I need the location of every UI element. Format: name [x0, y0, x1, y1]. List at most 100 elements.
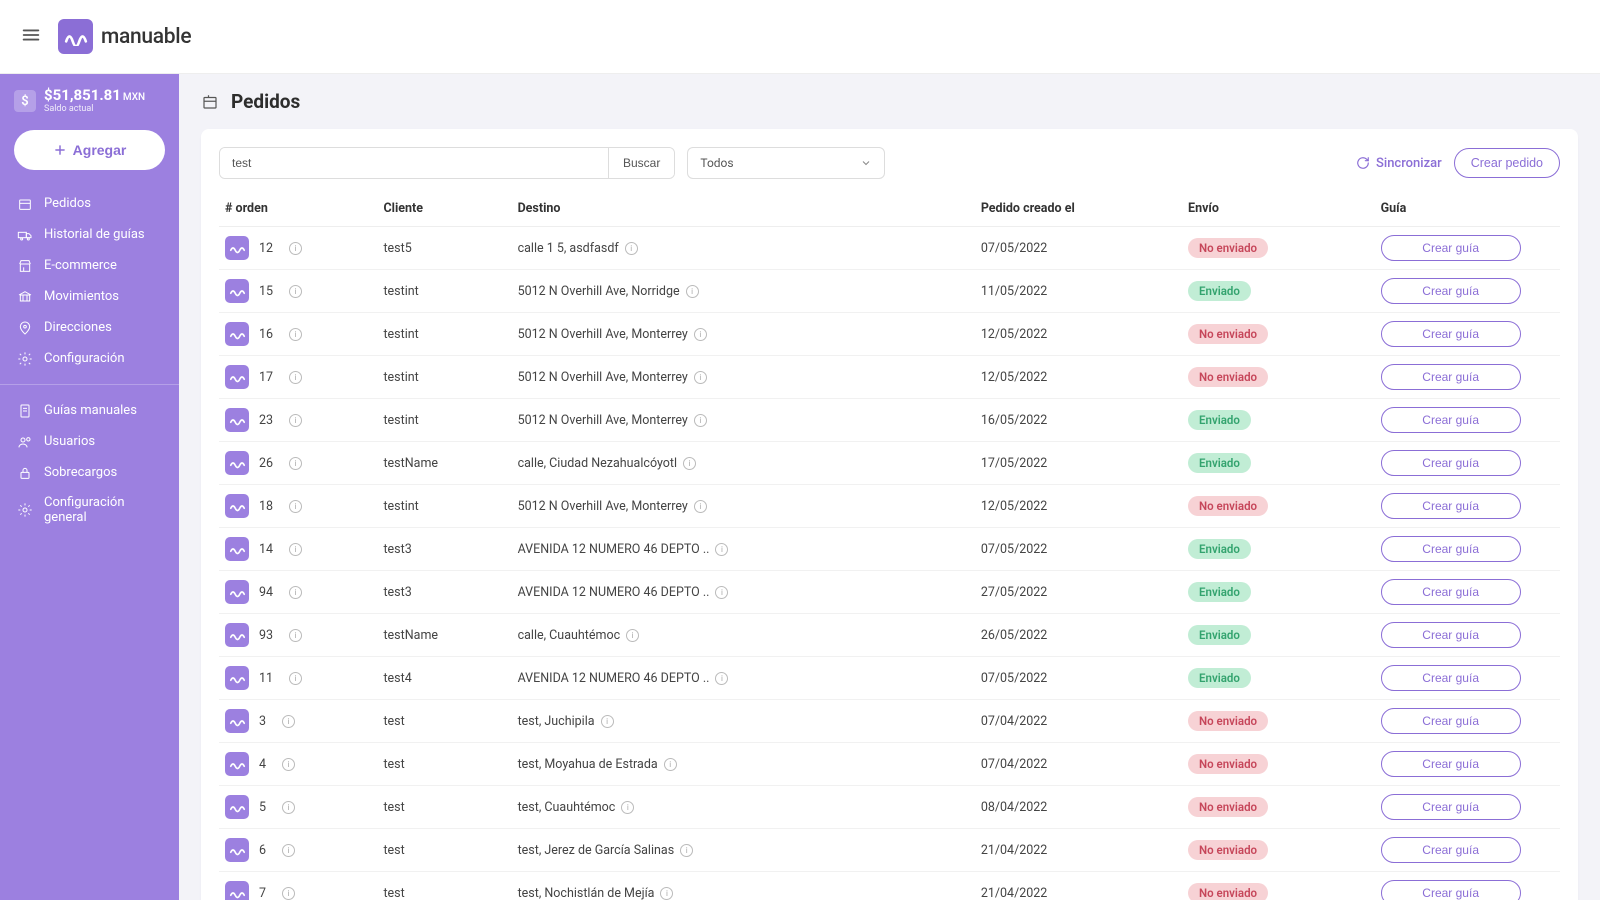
info-icon[interactable]: i	[715, 672, 728, 685]
cell-orden: 26	[259, 456, 273, 471]
create-guide-button[interactable]: Crear guía	[1381, 880, 1521, 900]
info-icon[interactable]: i	[621, 801, 634, 814]
info-icon[interactable]: i	[694, 371, 707, 384]
row-brand-icon	[225, 451, 249, 475]
menu-toggle[interactable]	[20, 24, 42, 50]
row-brand-icon	[225, 752, 249, 776]
brand-logo[interactable]: manuable	[58, 19, 191, 54]
info-icon[interactable]: i	[694, 414, 707, 427]
cell-cliente: testint	[377, 485, 511, 528]
filter-dropdown[interactable]: Todos	[687, 147, 885, 179]
main-content: Pedidos Buscar Todos Sincronizar Crear p…	[179, 74, 1600, 900]
sidebar-item-historial-de-guías[interactable]: Historial de guías	[0, 219, 179, 250]
sidebar-item-label: Configuración	[44, 351, 125, 366]
sidebar-item-configuración[interactable]: Configuración	[0, 343, 179, 374]
info-icon[interactable]: i	[715, 586, 728, 599]
truck-icon	[16, 226, 33, 243]
info-icon[interactable]: i	[289, 242, 302, 255]
cell-destino: test, Nochistlán de Mejía	[518, 886, 655, 900]
sync-button[interactable]: Sincronizar	[1356, 156, 1442, 171]
create-guide-button[interactable]: Crear guía	[1381, 364, 1521, 390]
create-guide-button[interactable]: Crear guía	[1381, 794, 1521, 820]
search-input[interactable]	[220, 148, 608, 178]
page-title-text: Pedidos	[231, 90, 300, 113]
create-guide-button[interactable]: Crear guía	[1381, 622, 1521, 648]
create-guide-button[interactable]: Crear guía	[1381, 235, 1521, 261]
info-icon[interactable]: i	[282, 758, 295, 771]
status-badge: No enviado	[1188, 711, 1268, 731]
create-guide-button[interactable]: Crear guía	[1381, 665, 1521, 691]
info-icon[interactable]: i	[660, 887, 673, 900]
cell-destino: AVENIDA 12 NUMERO 46 DEPTO ..	[518, 585, 710, 600]
sidebar-item-usuarios[interactable]: Usuarios	[0, 426, 179, 457]
info-icon[interactable]: i	[694, 500, 707, 513]
info-icon[interactable]: i	[694, 328, 707, 341]
cell-orden: 12	[259, 241, 273, 256]
info-icon[interactable]: i	[282, 844, 295, 857]
cell-destino: test, Jerez de García Salinas	[518, 843, 675, 858]
add-balance-button[interactable]: Agregar	[14, 130, 165, 170]
cell-fecha: 16/05/2022	[975, 399, 1182, 442]
info-icon[interactable]: i	[289, 672, 302, 685]
table-row: 23itestint5012 N Overhill Ave, Monterrey…	[219, 399, 1560, 442]
create-guide-button[interactable]: Crear guía	[1381, 751, 1521, 777]
info-icon[interactable]: i	[289, 457, 302, 470]
info-icon[interactable]: i	[289, 371, 302, 384]
info-icon[interactable]: i	[289, 500, 302, 513]
cell-fecha: 07/05/2022	[975, 657, 1182, 700]
create-guide-button[interactable]: Crear guía	[1381, 708, 1521, 734]
info-icon[interactable]: i	[289, 285, 302, 298]
create-guide-button[interactable]: Crear guía	[1381, 407, 1521, 433]
cell-fecha: 12/05/2022	[975, 485, 1182, 528]
cell-fecha: 12/05/2022	[975, 356, 1182, 399]
sidebar-item-direcciones[interactable]: Direcciones	[0, 312, 179, 343]
info-icon[interactable]: i	[282, 715, 295, 728]
info-icon[interactable]: i	[626, 629, 639, 642]
sidebar-item-e-commerce[interactable]: E-commerce	[0, 250, 179, 281]
sidebar-item-movimientos[interactable]: Movimientos	[0, 281, 179, 312]
info-icon[interactable]: i	[601, 715, 614, 728]
status-badge: Enviado	[1188, 668, 1251, 688]
create-guide-button[interactable]: Crear guía	[1381, 579, 1521, 605]
cell-orden: 14	[259, 542, 273, 557]
search-button[interactable]: Buscar	[608, 148, 674, 178]
info-icon[interactable]: i	[664, 758, 677, 771]
info-icon[interactable]: i	[282, 801, 295, 814]
create-guide-button[interactable]: Crear guía	[1381, 321, 1521, 347]
sidebar-item-pedidos[interactable]: Pedidos	[0, 188, 179, 219]
create-guide-button[interactable]: Crear guía	[1381, 493, 1521, 519]
row-brand-icon	[225, 279, 249, 303]
info-icon[interactable]: i	[289, 586, 302, 599]
cell-cliente: test3	[377, 528, 511, 571]
filter-dropdown-value: Todos	[700, 156, 733, 170]
table-row: 15itestint5012 N Overhill Ave, Norridgei…	[219, 270, 1560, 313]
info-icon[interactable]: i	[683, 457, 696, 470]
create-guide-button[interactable]: Crear guía	[1381, 278, 1521, 304]
info-icon[interactable]: i	[680, 844, 693, 857]
info-icon[interactable]: i	[289, 543, 302, 556]
create-guide-button[interactable]: Crear guía	[1381, 837, 1521, 863]
info-icon[interactable]: i	[289, 328, 302, 341]
info-icon[interactable]: i	[289, 414, 302, 427]
cell-cliente: testint	[377, 270, 511, 313]
cell-fecha: 07/05/2022	[975, 227, 1182, 270]
chevron-down-icon	[860, 157, 872, 169]
doc-icon	[16, 402, 33, 419]
create-guide-button[interactable]: Crear guía	[1381, 536, 1521, 562]
info-icon[interactable]: i	[282, 887, 295, 900]
row-brand-icon	[225, 580, 249, 604]
create-order-button[interactable]: Crear pedido	[1454, 148, 1560, 178]
sidebar-item-configuración-general[interactable]: Configuración general	[0, 488, 179, 532]
info-icon[interactable]: i	[686, 285, 699, 298]
col-header-cliente: Cliente	[377, 193, 511, 227]
create-guide-button[interactable]: Crear guía	[1381, 450, 1521, 476]
table-row: 16itestint5012 N Overhill Ave, Monterrey…	[219, 313, 1560, 356]
info-icon[interactable]: i	[625, 242, 638, 255]
info-icon[interactable]: i	[715, 543, 728, 556]
row-brand-icon	[225, 709, 249, 733]
sidebar-item-guías-manuales[interactable]: Guías manuales	[0, 395, 179, 426]
sync-label: Sincronizar	[1376, 156, 1442, 171]
sidebar-item-sobrecargos[interactable]: Sobrecargos	[0, 457, 179, 488]
table-row: 11itest4AVENIDA 12 NUMERO 46 DEPTO ..i07…	[219, 657, 1560, 700]
info-icon[interactable]: i	[289, 629, 302, 642]
